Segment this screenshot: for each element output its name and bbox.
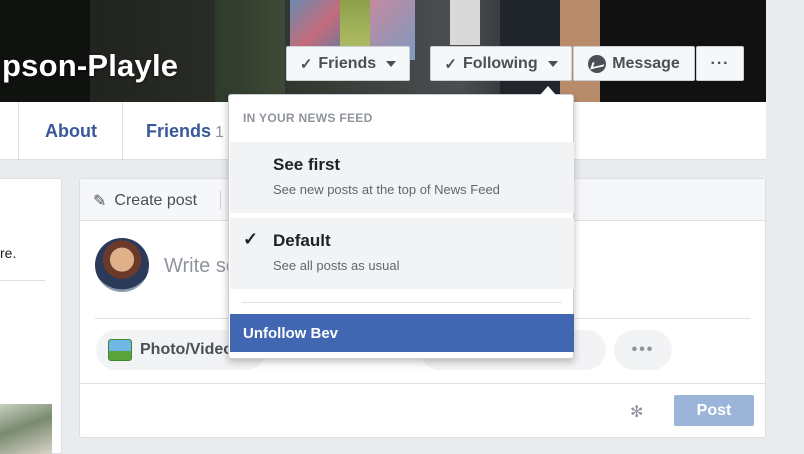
create-post-label: Create post bbox=[114, 192, 198, 209]
composer-more-button[interactable]: ••• bbox=[614, 330, 672, 370]
divider bbox=[80, 383, 766, 384]
intro-text: re. bbox=[0, 245, 17, 261]
messenger-icon bbox=[588, 54, 607, 73]
dropdown-heading: IN YOUR NEWS FEED bbox=[243, 111, 373, 125]
post-button[interactable]: Post bbox=[674, 395, 754, 426]
following-button-label: Following bbox=[462, 54, 538, 72]
menu-item-description: See all posts as usual bbox=[273, 258, 400, 273]
following-button[interactable]: ✓ Following bbox=[430, 46, 572, 81]
friends-button[interactable]: ✓ Friends bbox=[286, 46, 410, 81]
header-divider bbox=[220, 191, 221, 209]
check-icon: ✓ bbox=[444, 55, 457, 73]
menu-item-description: See new posts at the top of News Feed bbox=[273, 182, 500, 197]
dropdown-pointer bbox=[540, 86, 556, 95]
caret-down-icon bbox=[386, 60, 397, 67]
page-background bbox=[766, 0, 804, 454]
divider bbox=[0, 280, 45, 281]
message-button[interactable]: Message bbox=[573, 46, 695, 81]
photo-thumbnail[interactable] bbox=[0, 404, 52, 454]
tab-about[interactable]: About bbox=[45, 121, 97, 142]
tab-friends-label: Friends bbox=[146, 121, 212, 141]
photo-icon bbox=[108, 339, 132, 361]
caret-down-icon bbox=[547, 60, 558, 67]
menu-divider bbox=[242, 302, 562, 303]
menu-item-title: Default bbox=[273, 231, 331, 250]
message-button-label: Message bbox=[612, 54, 680, 72]
more-icon: ··· bbox=[710, 54, 730, 72]
composer-input[interactable]: Write so bbox=[164, 255, 237, 278]
nav-divider bbox=[18, 102, 19, 160]
menu-item-see-first[interactable]: See first See new posts at the top of Ne… bbox=[230, 142, 574, 213]
create-post-tab[interactable]: ✎ Create post bbox=[93, 191, 197, 211]
menu-item-unfollow[interactable]: Unfollow Bev bbox=[230, 314, 574, 352]
following-dropdown-menu: IN YOUR NEWS FEED See first See new post… bbox=[228, 94, 574, 359]
menu-item-default[interactable]: ✓ Default See all posts as usual bbox=[230, 218, 574, 289]
nav-divider bbox=[122, 102, 123, 160]
friends-button-label: Friends bbox=[318, 54, 377, 72]
more-options-button[interactable]: ··· bbox=[696, 46, 744, 81]
more-icon: ••• bbox=[631, 341, 655, 358]
checkmark-icon: ✓ bbox=[243, 229, 259, 249]
photo-video-label: Photo/Video bbox=[140, 341, 234, 358]
tab-friends[interactable]: Friends 1 bbox=[146, 121, 224, 142]
check-icon: ✓ bbox=[299, 55, 313, 73]
menu-item-title: See first bbox=[273, 155, 341, 174]
gear-icon[interactable]: ✻ bbox=[630, 402, 643, 422]
avatar[interactable] bbox=[95, 238, 149, 292]
pencil-icon: ✎ bbox=[93, 193, 107, 210]
friends-count: 1 bbox=[215, 124, 224, 141]
profile-name[interactable]: pson-Playle bbox=[2, 48, 178, 84]
